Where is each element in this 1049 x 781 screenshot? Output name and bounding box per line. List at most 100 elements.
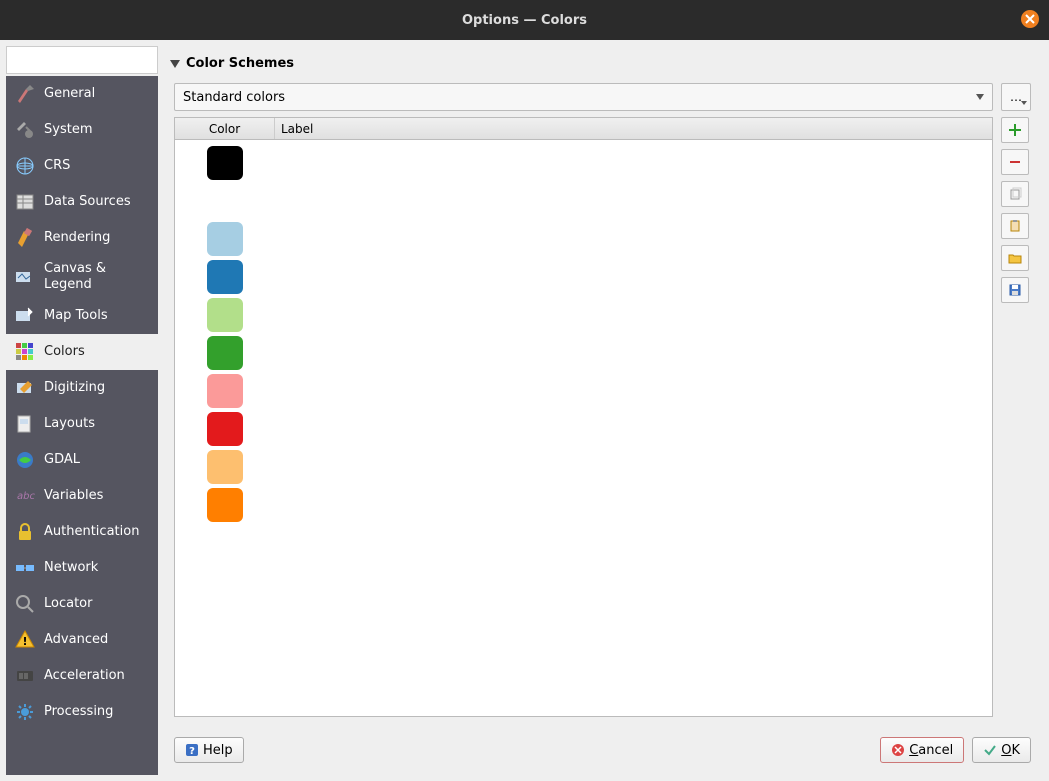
add-color-button[interactable]: [1001, 117, 1029, 143]
sidebar-item-processing[interactable]: Processing: [6, 694, 158, 730]
scheme-selected-label: Standard colors: [183, 90, 285, 105]
help-label: Help: [203, 743, 233, 758]
color-cell: [175, 146, 275, 180]
sidebar-item-variables[interactable]: abc Variables: [6, 478, 158, 514]
table-body: [175, 140, 992, 716]
sidebar-item-label: Rendering: [44, 230, 150, 246]
sidebar: General SystemCRSData Sources Rendering Can…: [6, 46, 158, 775]
nav-list: General SystemCRSData Sources Rendering Can…: [6, 76, 158, 775]
cancel-label: ancel: [918, 743, 953, 758]
plus-icon: [1008, 123, 1022, 137]
sidebar-item-label: Digitizing: [44, 380, 150, 396]
close-button[interactable]: [1021, 10, 1039, 28]
import-colors-button[interactable]: [1001, 245, 1029, 271]
sidebar-item-label: Map Tools: [44, 308, 150, 324]
sidebar-item-label: Processing: [44, 704, 150, 720]
sidebar-item-digitizing[interactable]: Digitizing: [6, 370, 158, 406]
digitizing-icon: [14, 377, 36, 399]
dropdown-small-caret-icon: [1021, 101, 1027, 105]
crs-icon: [14, 155, 36, 177]
copy-color-button[interactable]: [1001, 181, 1029, 207]
canvas-legend-icon: [14, 266, 36, 288]
main-panel: Color Schemes Standard colors …: [162, 46, 1043, 775]
table-row[interactable]: [175, 296, 992, 334]
color-swatch[interactable]: [207, 374, 243, 408]
sidebar-item-map-tools[interactable]: Map Tools: [6, 298, 158, 334]
sidebar-item-acceleration[interactable]: Acceleration: [6, 658, 158, 694]
save-icon: [1008, 283, 1022, 297]
section-title: Color Schemes: [186, 56, 294, 71]
th-color[interactable]: Color: [175, 118, 275, 139]
table-row[interactable]: [175, 220, 992, 258]
color-swatch[interactable]: [207, 184, 243, 218]
color-swatch[interactable]: [207, 450, 243, 484]
sidebar-item-label: Advanced: [44, 632, 150, 648]
table-row[interactable]: [175, 372, 992, 410]
dropdown-caret-icon: [976, 94, 984, 100]
variables-icon: abc: [14, 485, 36, 507]
sidebar-item-gdal[interactable]: GDAL: [6, 442, 158, 478]
sidebar-item-rendering[interactable]: Rendering: [6, 220, 158, 256]
sidebar-item-label: Variables: [44, 488, 150, 504]
help-icon: ?: [185, 743, 199, 757]
acceleration-icon: [14, 665, 36, 687]
export-colors-button[interactable]: [1001, 277, 1029, 303]
sidebar-item-colors[interactable]: Colors: [6, 334, 158, 370]
color-swatch[interactable]: [207, 298, 243, 332]
sidebar-item-canvas-legend[interactable]: Canvas & Legend: [6, 256, 158, 298]
color-swatch[interactable]: [207, 412, 243, 446]
help-button[interactable]: ? Help: [174, 737, 244, 763]
th-label[interactable]: Label: [275, 118, 992, 139]
table-row[interactable]: [175, 448, 992, 486]
table-row[interactable]: [175, 182, 992, 220]
sidebar-item-advanced[interactable]: ! Advanced: [6, 622, 158, 658]
rendering-icon: [14, 227, 36, 249]
table-row[interactable]: [175, 258, 992, 296]
collapse-triangle-icon: [170, 60, 180, 68]
color-swatch[interactable]: [207, 260, 243, 294]
color-cell: [175, 298, 275, 332]
scheme-select[interactable]: Standard colors: [174, 83, 993, 111]
table-row[interactable]: [175, 144, 992, 182]
sidebar-item-label: Layouts: [44, 416, 150, 432]
color-cell: [175, 412, 275, 446]
locator-icon: [14, 593, 36, 615]
dialog-footer: ? Help Cancel OK: [162, 729, 1043, 775]
cancel-button[interactable]: Cancel: [880, 737, 964, 763]
color-cell: [175, 450, 275, 484]
sidebar-item-label: GDAL: [44, 452, 150, 468]
section-header[interactable]: Color Schemes: [162, 46, 1043, 79]
table-row[interactable]: [175, 334, 992, 372]
sidebar-item-data-sources[interactable]: Data Sources: [6, 184, 158, 220]
color-cell: [175, 488, 275, 522]
search-input[interactable]: [16, 53, 166, 67]
color-swatch[interactable]: [207, 488, 243, 522]
ok-button[interactable]: OK: [972, 737, 1031, 763]
sidebar-item-crs[interactable]: CRS: [6, 148, 158, 184]
color-swatch[interactable]: [207, 146, 243, 180]
close-icon: [1025, 14, 1035, 24]
copy-icon: [1008, 187, 1022, 201]
color-swatch[interactable]: [207, 222, 243, 256]
sidebar-item-network[interactable]: Network: [6, 550, 158, 586]
table-row[interactable]: [175, 486, 992, 524]
colors-table: Color Label: [174, 117, 993, 717]
sidebar-item-label: Network: [44, 560, 150, 576]
sidebar-item-label: Authentication: [44, 524, 150, 540]
svg-text:!: !: [22, 635, 27, 648]
table-row[interactable]: [175, 410, 992, 448]
paste-color-button[interactable]: [1001, 213, 1029, 239]
advanced-icon: !: [14, 629, 36, 651]
sidebar-item-system[interactable]: System: [6, 112, 158, 148]
sidebar-item-general[interactable]: General: [6, 76, 158, 112]
sidebar-item-layouts[interactable]: Layouts: [6, 406, 158, 442]
color-cell: [175, 336, 275, 370]
color-swatch[interactable]: [207, 336, 243, 370]
scheme-menu-button[interactable]: …: [1001, 83, 1031, 111]
sidebar-item-label: General: [44, 86, 150, 102]
sidebar-search[interactable]: [6, 46, 158, 74]
minus-icon: [1008, 155, 1022, 169]
sidebar-item-locator[interactable]: Locator: [6, 586, 158, 622]
remove-color-button[interactable]: [1001, 149, 1029, 175]
sidebar-item-authentication[interactable]: Authentication: [6, 514, 158, 550]
